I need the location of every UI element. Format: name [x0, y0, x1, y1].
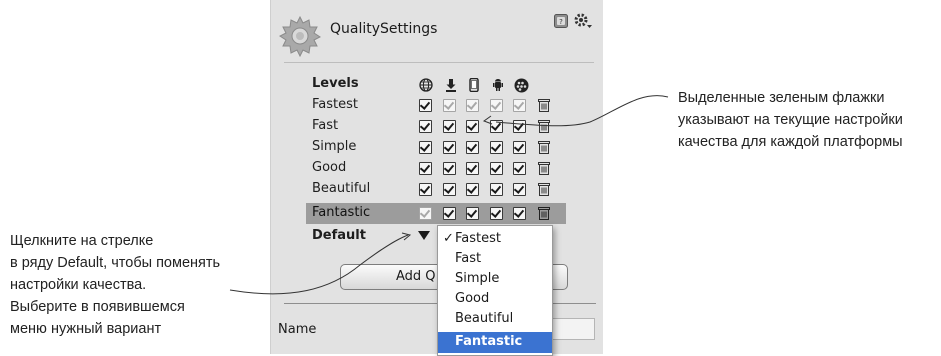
callout-lines	[229, 95, 669, 295]
